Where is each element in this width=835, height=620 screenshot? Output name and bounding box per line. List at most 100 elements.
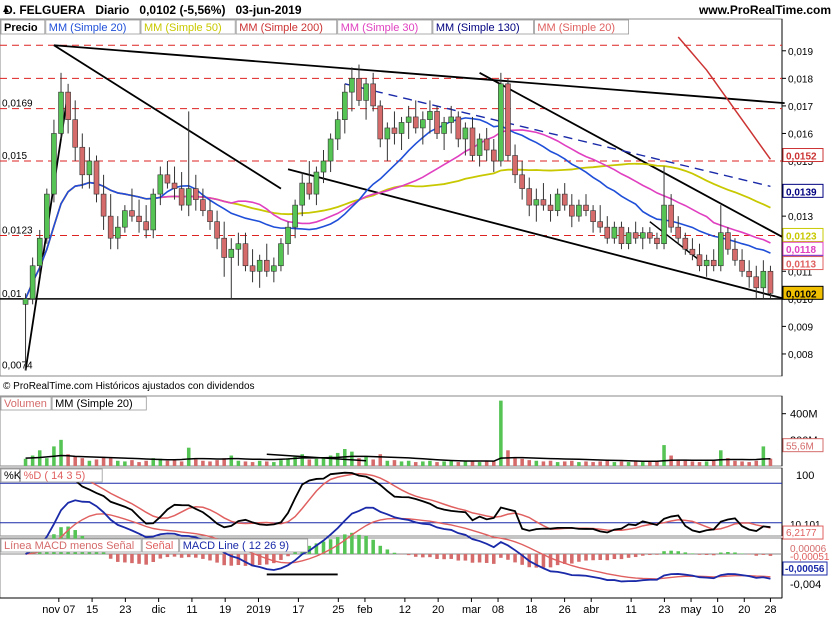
candle-body xyxy=(498,83,504,162)
macd-legend-label: MACD Line ( 12 26 9) xyxy=(183,540,289,552)
candle-body xyxy=(526,188,533,206)
candle-body xyxy=(214,221,220,239)
candle-body xyxy=(263,259,270,272)
price-tick-label: 0,018 xyxy=(788,74,813,85)
candle-body xyxy=(597,221,603,228)
left-level-label: 0,0169 xyxy=(2,99,33,110)
candle-body xyxy=(363,83,369,101)
vol-tick-label: 400M xyxy=(790,409,818,421)
candle-body xyxy=(441,122,447,134)
candle-body xyxy=(72,119,78,148)
candle-body xyxy=(703,259,710,267)
price-value-tag-text: 0,0118 xyxy=(786,245,816,256)
candle-body xyxy=(164,174,171,184)
candle-body xyxy=(639,232,646,239)
left-level-label: 0,01 xyxy=(2,289,22,300)
candle-body xyxy=(313,171,320,195)
candle-body xyxy=(100,193,107,217)
candle-body xyxy=(327,138,334,162)
candle-body xyxy=(561,193,568,206)
vol-legend-label: Volumen xyxy=(4,398,47,410)
x-tick-label: 18 xyxy=(525,604,537,616)
candle-body xyxy=(65,91,71,120)
candle-body xyxy=(675,226,682,239)
candle-body xyxy=(285,226,291,245)
candle-body xyxy=(668,204,674,228)
candle-body xyxy=(157,174,164,195)
candle-body xyxy=(256,259,263,272)
x-tick-label: may xyxy=(681,604,702,616)
candle-body xyxy=(306,182,313,195)
candle-body xyxy=(79,146,86,176)
candle-body xyxy=(427,111,433,120)
x-tick-label: 17 xyxy=(292,604,304,616)
candle-body xyxy=(51,133,57,195)
candle-body xyxy=(661,204,667,245)
candle-body xyxy=(249,265,256,272)
chart-canvas[interactable]: 0,0190,0180,0170,0160,0150,0140,0130,012… xyxy=(0,0,835,620)
price-value-tag-text: 0,0152 xyxy=(786,152,817,163)
candle-body xyxy=(512,155,518,176)
candle-body xyxy=(576,204,582,217)
macd-legend-label: Línea MACD menos Señal xyxy=(4,540,134,552)
candle-body xyxy=(718,232,724,267)
panel-frame-2 xyxy=(0,467,783,537)
copyright-note: © ProRealTime.com Históricos ajustados c… xyxy=(3,381,255,392)
candle-body xyxy=(760,270,767,289)
candle-body xyxy=(483,138,490,151)
left-level-label: 0,015 xyxy=(2,151,27,162)
price-tick-label: 0,016 xyxy=(788,129,813,140)
candle-body xyxy=(455,116,462,140)
price-tick-label: 0,013 xyxy=(788,212,813,223)
candle-body xyxy=(207,210,213,222)
stoch-legend-label: %K xyxy=(4,470,22,482)
candle-body xyxy=(696,254,703,267)
candle-body xyxy=(36,237,43,267)
left-level-label: 0,0074 xyxy=(2,360,33,371)
candle-body xyxy=(93,160,100,195)
candle-body xyxy=(178,188,185,206)
x-tick-label: 12 xyxy=(399,604,411,616)
x-tick-label: 10 xyxy=(712,604,724,616)
vol-value-tag-text: 55,6M xyxy=(786,442,814,453)
price-legend-label: MM (Simple 200) xyxy=(239,22,323,34)
x-tick-label: feb xyxy=(357,604,372,616)
candle-body xyxy=(732,248,738,261)
candle-body xyxy=(505,83,511,156)
candle-body xyxy=(299,182,306,206)
candle-body xyxy=(370,83,376,107)
candle-body xyxy=(767,270,774,294)
candle-body xyxy=(221,237,227,258)
candle-body xyxy=(611,226,618,239)
candle-body xyxy=(136,215,142,222)
x-tick-label: 28 xyxy=(764,604,776,616)
candle-body xyxy=(554,193,561,211)
x-tick-label: abr xyxy=(583,604,599,616)
candle-body xyxy=(753,276,760,289)
candle-body xyxy=(342,91,348,120)
candle-body xyxy=(193,188,199,200)
candle-body xyxy=(235,243,242,250)
x-tick-label: 11 xyxy=(625,604,636,616)
price-tick-label: 0,008 xyxy=(788,350,813,361)
price-tick-label: 0,019 xyxy=(788,47,813,58)
candle-body xyxy=(583,204,589,211)
candle-body xyxy=(278,243,284,267)
candle-body xyxy=(462,127,469,140)
candle-body xyxy=(150,193,157,231)
x-tick-label: 20 xyxy=(738,604,750,616)
x-tick-label: 11 xyxy=(186,604,197,616)
stoch-tick-label: 100 xyxy=(796,470,814,482)
candle-body xyxy=(356,78,362,101)
candle-body xyxy=(242,243,249,267)
price-legend-label: MM (Simple 20) xyxy=(49,22,127,34)
stoch-value-d: 6,2177 xyxy=(786,528,817,539)
left-level-label: 0,0123 xyxy=(2,225,33,236)
candle-body xyxy=(434,111,440,134)
x-tick-label: 2019 xyxy=(246,604,270,616)
candle-body xyxy=(349,78,355,93)
price-legend-label: MM (Simple 130) xyxy=(436,22,520,34)
candle-body xyxy=(334,119,341,140)
candle-body xyxy=(384,127,391,140)
candle-body xyxy=(590,210,596,222)
